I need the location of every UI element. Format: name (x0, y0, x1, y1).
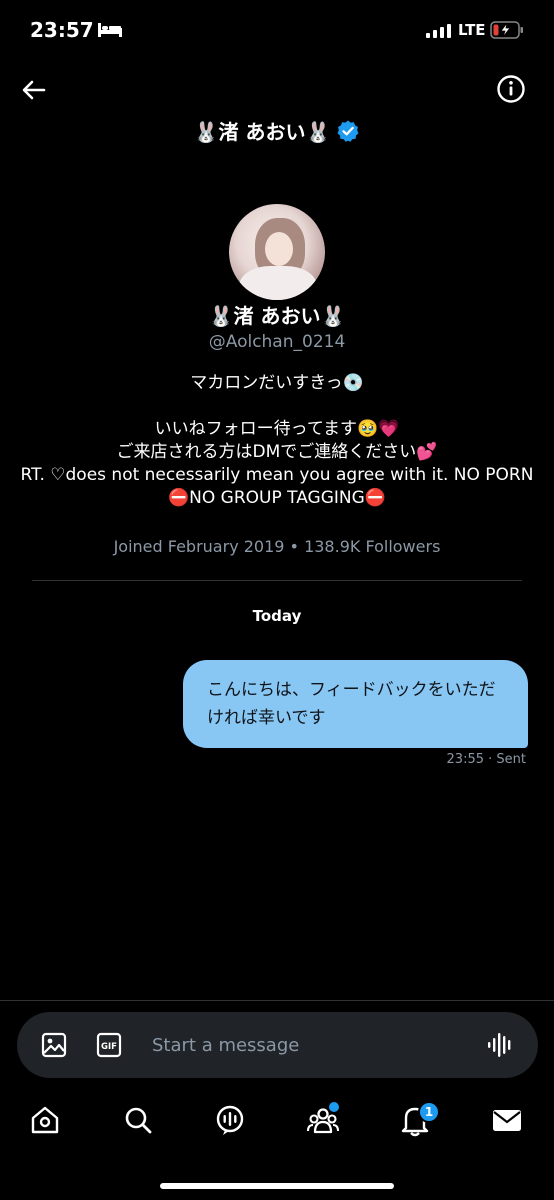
tab-bar (0, 1095, 554, 1150)
spaces-icon[interactable] (213, 1103, 247, 1137)
sent-message-bubble[interactable]: こんにちは、フィードバックをいただければ幸いです (183, 660, 528, 748)
info-icon[interactable] (496, 74, 526, 104)
message-status: · Sent (488, 752, 526, 767)
home-indicator (160, 1183, 394, 1189)
profile-avatar[interactable] (229, 204, 325, 300)
back-arrow-icon[interactable] (18, 74, 50, 106)
divider (32, 580, 522, 581)
message-composer: GIF (17, 1012, 538, 1078)
message-input[interactable] (152, 1028, 472, 1062)
profile-name: 🐰渚 あおい🐰 (208, 304, 346, 328)
conversation-title: 🐰渚 あおい🐰 (0, 116, 554, 145)
network-label: LTE (458, 21, 486, 39)
signal-icon (426, 24, 451, 38)
date-separator: Today (252, 607, 302, 625)
status-time: 23:57 (30, 18, 94, 42)
search-icon[interactable] (121, 1103, 155, 1137)
image-icon[interactable] (41, 1032, 67, 1058)
profile-bio: マカロンだいすきっ💿 いいねフォロー待ってます🥹💗 ご来店される方はDMでご連絡… (20, 373, 534, 508)
verified-badge-icon (337, 120, 359, 142)
profile-meta: Joined February 2019 • 138.9K Followers (113, 537, 441, 556)
gif-icon[interactable]: GIF (96, 1032, 122, 1058)
message-meta: 23:55 · Sent (447, 752, 526, 767)
notification-badge: 1 (418, 1101, 440, 1123)
communities-unread-dot (329, 1102, 339, 1112)
conversation-title-text: 🐰渚 あおい🐰 (193, 120, 331, 144)
profile-handle[interactable]: @Aolchan_0214 (0, 332, 554, 352)
bed-icon (98, 23, 122, 37)
status-bar: 23:57 LTE (0, 0, 554, 60)
voice-message-icon[interactable] (487, 1032, 515, 1058)
composer-divider (0, 1000, 554, 1001)
message-time: 23:55 (446, 752, 484, 767)
home-icon[interactable] (28, 1103, 62, 1137)
gif-label: GIF (101, 1042, 117, 1052)
messages-icon[interactable] (490, 1103, 524, 1137)
battery-icon (490, 21, 523, 39)
